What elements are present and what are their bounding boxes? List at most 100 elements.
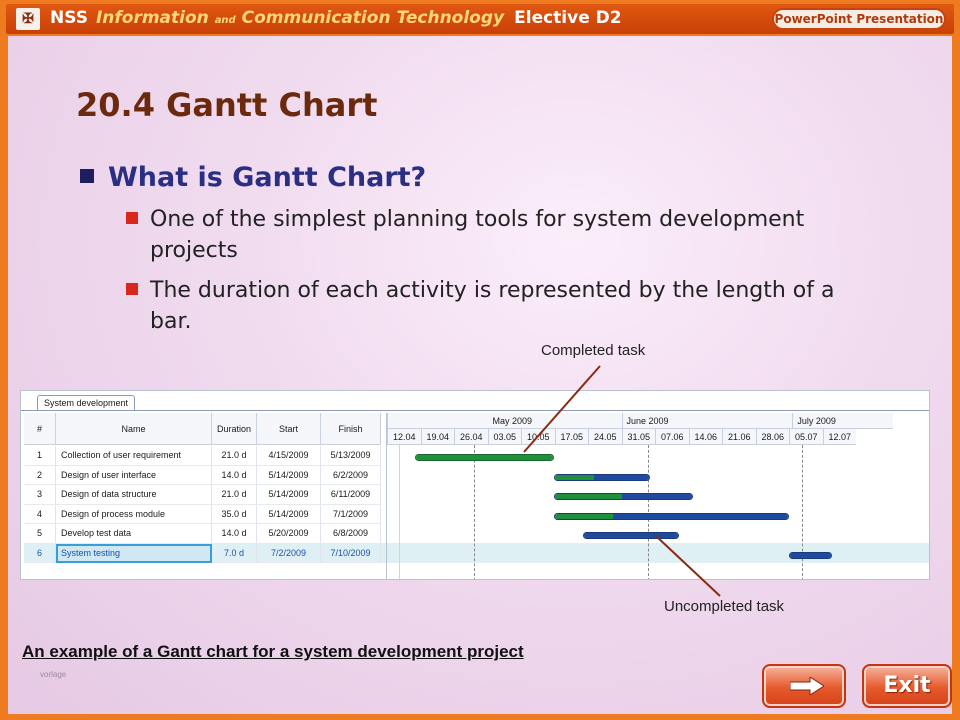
column-header[interactable]: Name bbox=[56, 413, 212, 445]
tab-system-development[interactable]: System development bbox=[37, 395, 136, 411]
uncompleted-portion bbox=[594, 474, 649, 480]
task-dur-cell[interactable]: 7.0 d bbox=[212, 543, 257, 563]
task-num-cell[interactable]: 5 bbox=[24, 524, 56, 544]
uncompleted-portion bbox=[583, 533, 678, 538]
week-label: 14.06 bbox=[688, 429, 722, 445]
month-header: May 2009 bbox=[387, 413, 622, 429]
task-finish-cell[interactable]: 6/2/2009 bbox=[321, 465, 381, 485]
task-start-cell[interactable]: 5/14/2009 bbox=[257, 485, 321, 505]
callout-lines bbox=[523, 365, 721, 597]
task-dur-cell[interactable]: 35.0 d bbox=[212, 504, 257, 524]
task-bar[interactable] bbox=[554, 512, 789, 520]
main-bullet-text: What is Gantt Chart? bbox=[108, 162, 427, 193]
task-finish-cell[interactable]: 7/10/2009 bbox=[321, 543, 381, 563]
task-bar[interactable] bbox=[554, 473, 650, 481]
task-num-cell[interactable]: 6 bbox=[24, 543, 56, 563]
task-finish-cell[interactable]: 6/11/2009 bbox=[321, 485, 381, 505]
uncompleted-portion bbox=[789, 552, 831, 558]
title-and: and bbox=[214, 15, 236, 26]
task-dur-cell[interactable]: 14.0 d bbox=[212, 524, 257, 544]
week-label: 26.04 bbox=[454, 429, 488, 445]
week-label: 31.05 bbox=[621, 429, 655, 445]
task-finish-cell[interactable]: 6/8/2009 bbox=[321, 524, 381, 544]
task-name-cell[interactable]: Design of process module bbox=[56, 504, 212, 524]
slide-heading: 20.4 Gantt Chart bbox=[76, 86, 378, 124]
bullet-square-icon bbox=[80, 168, 94, 183]
title-bar: ✠ NSS Information and Communication Techn… bbox=[6, 4, 954, 34]
title-nss: NSS bbox=[50, 8, 88, 28]
task-dur-cell[interactable]: 21.0 d bbox=[212, 446, 257, 466]
task-finish-cell[interactable]: 7/1/2009 bbox=[321, 504, 381, 524]
week-label: 10.05 bbox=[521, 429, 555, 445]
month-header: June 2009 bbox=[621, 413, 793, 429]
bullet-square-icon bbox=[126, 283, 138, 295]
column-header[interactable]: Start bbox=[257, 413, 321, 445]
task-num-cell[interactable]: 3 bbox=[24, 485, 56, 505]
presentation-frame: ✠ NSS Information and Communication Techn… bbox=[0, 0, 960, 720]
watermark-text: vorlage bbox=[40, 670, 67, 679]
timeline-start-line bbox=[399, 445, 400, 579]
title-elective: Elective D2 bbox=[514, 8, 622, 28]
gantt-timeline: May 2009 June 2009 July 2009 12.04 19.04 26.0… bbox=[386, 413, 929, 579]
title-information: Information bbox=[95, 8, 209, 28]
task-name-cell[interactable]: Collection of user requirement bbox=[56, 446, 212, 466]
month-label: June 2009 bbox=[626, 416, 669, 426]
title-communication-technology: Communication Technology bbox=[241, 8, 505, 28]
sub-bullet-text: One of the simplest planning tools for s… bbox=[150, 207, 805, 263]
tab-divider bbox=[21, 410, 929, 411]
completed-portion bbox=[555, 474, 595, 480]
task-bar[interactable] bbox=[554, 493, 693, 500]
month-label: May 2009 bbox=[492, 416, 533, 426]
column-header[interactable]: Finish bbox=[321, 413, 381, 445]
week-label: 28.06 bbox=[755, 429, 789, 445]
task-name-cell[interactable]: System testing bbox=[56, 543, 212, 563]
next-button[interactable] bbox=[762, 664, 846, 708]
completed-portion bbox=[555, 513, 614, 519]
task-num-cell[interactable]: 4 bbox=[24, 504, 56, 524]
completed-portion bbox=[555, 494, 623, 499]
uncompleted-portion bbox=[613, 513, 788, 519]
task-bar[interactable] bbox=[582, 532, 679, 539]
column-header[interactable]: Duration bbox=[212, 413, 257, 445]
task-start-cell[interactable]: 5/20/2009 bbox=[257, 524, 321, 544]
task-finish-cell[interactable]: 5/13/2009 bbox=[321, 446, 381, 466]
task-num-cell[interactable]: 2 bbox=[24, 465, 56, 485]
right-arrow-icon bbox=[790, 677, 824, 695]
column-header[interactable]: # bbox=[24, 413, 56, 445]
week-label: 03.05 bbox=[487, 429, 521, 445]
school-logo-icon: ✠ bbox=[16, 8, 40, 30]
task-name-cell[interactable]: Develop test data bbox=[56, 524, 212, 544]
slide-body: 20.4 Gantt Chart What is Gantt Chart? On… bbox=[8, 36, 952, 714]
week-label: 05.07 bbox=[789, 429, 823, 445]
task-start-cell[interactable]: 5/14/2009 bbox=[257, 504, 321, 524]
month-divider-line bbox=[802, 445, 804, 579]
callout-completed: Completed task bbox=[541, 342, 646, 359]
gantt-chart: System development # Name Duration Start Fin… bbox=[20, 390, 930, 580]
week-label: 19.04 bbox=[420, 429, 454, 445]
task-name-cell[interactable]: Design of user interface bbox=[56, 465, 212, 485]
week-label: 17.05 bbox=[554, 429, 588, 445]
month-header: July 2009 bbox=[792, 413, 893, 429]
exit-button[interactable]: Exit bbox=[862, 664, 952, 708]
sub-bullet-text: The duration of each activity is represe… bbox=[150, 278, 835, 334]
figure-caption: An example of a Gantt chart for a system… bbox=[22, 642, 524, 661]
callout-uncompleted: Uncompleted task bbox=[664, 598, 785, 615]
week-label: 24.05 bbox=[588, 429, 622, 445]
main-bullet: What is Gantt Chart? bbox=[80, 162, 426, 193]
completed-portion bbox=[416, 455, 554, 460]
task-bar[interactable] bbox=[788, 551, 832, 559]
task-name-cell[interactable]: Design of data structure bbox=[56, 485, 212, 505]
task-dur-cell[interactable]: 21.0 d bbox=[212, 485, 257, 505]
task-bar[interactable] bbox=[415, 454, 555, 461]
sub-bullet-2: The duration of each activity is represe… bbox=[126, 275, 866, 337]
bullet-square-icon bbox=[126, 212, 138, 224]
task-start-cell[interactable]: 7/2/2009 bbox=[257, 543, 321, 563]
powerpoint-badge: PowerPoint Presentation bbox=[772, 8, 946, 30]
week-label: 12.04 bbox=[387, 429, 421, 445]
task-start-cell[interactable]: 4/15/2009 bbox=[257, 446, 321, 466]
task-num-cell[interactable]: 1 bbox=[24, 446, 56, 466]
week-label: 07.06 bbox=[655, 429, 689, 445]
task-start-cell[interactable]: 5/14/2009 bbox=[257, 465, 321, 485]
course-title: NSS Information and Communication Technol… bbox=[50, 8, 622, 30]
task-dur-cell[interactable]: 14.0 d bbox=[212, 465, 257, 485]
